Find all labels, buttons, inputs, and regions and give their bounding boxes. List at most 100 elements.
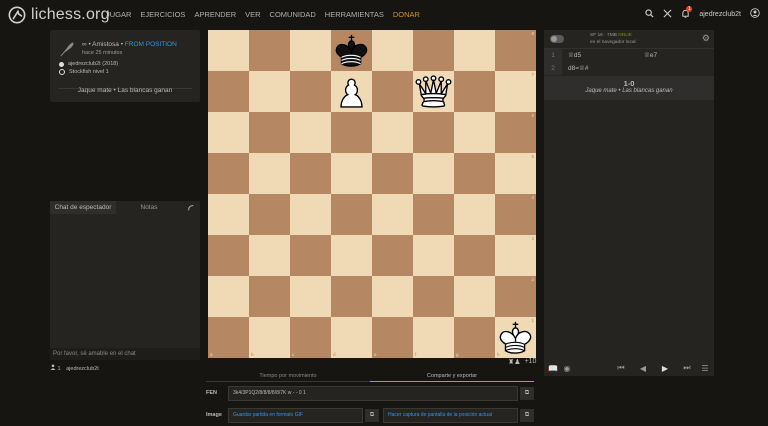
square-a2[interactable] bbox=[208, 276, 249, 317]
square-g2[interactable] bbox=[454, 276, 495, 317]
engine-toggle[interactable] bbox=[550, 35, 564, 43]
square-e2[interactable] bbox=[372, 276, 413, 317]
screenshot-download-icon[interactable]: ⧉ bbox=[520, 408, 534, 422]
square-b5[interactable] bbox=[249, 153, 290, 194]
first-move-icon[interactable]: ⏮ bbox=[610, 363, 632, 373]
from-position-link[interactable]: FROM POSITION bbox=[125, 41, 177, 48]
square-g6[interactable] bbox=[454, 112, 495, 153]
target-icon[interactable]: ◉ bbox=[560, 364, 574, 373]
copy-fen-icon[interactable]: ⧉ bbox=[520, 386, 534, 400]
square-a8[interactable] bbox=[208, 30, 249, 71]
nav-play[interactable]: JUGAR bbox=[106, 10, 131, 19]
square-d3[interactable] bbox=[331, 235, 372, 276]
search-icon[interactable] bbox=[645, 8, 654, 20]
square-g7[interactable] bbox=[454, 71, 495, 112]
square-c8[interactable] bbox=[290, 30, 331, 71]
white-player[interactable]: ajedrezclub2t (2018) bbox=[59, 61, 118, 67]
chess-board[interactable]: 8 765432abcdefg h1 bbox=[208, 30, 536, 358]
square-d7[interactable] bbox=[331, 71, 372, 112]
nav-tools[interactable]: HERRAMIENTAS bbox=[325, 10, 384, 19]
square-c4[interactable] bbox=[290, 194, 331, 235]
white-king-icon[interactable] bbox=[495, 317, 536, 358]
square-a5[interactable] bbox=[208, 153, 249, 194]
square-c5[interactable] bbox=[290, 153, 331, 194]
square-c7[interactable] bbox=[290, 71, 331, 112]
square-g1[interactable]: g bbox=[454, 317, 495, 358]
square-f3[interactable] bbox=[413, 235, 454, 276]
square-c2[interactable] bbox=[290, 276, 331, 317]
square-h4[interactable]: 4 bbox=[495, 194, 536, 235]
white-move[interactable]: ♕d5 bbox=[562, 49, 638, 62]
square-h7[interactable]: 7 bbox=[495, 71, 536, 112]
black-move[interactable] bbox=[638, 62, 714, 75]
square-d6[interactable] bbox=[331, 112, 372, 153]
screenshot-button[interactable]: Hacer captura de pantalla de la posición… bbox=[383, 407, 518, 423]
square-e4[interactable] bbox=[372, 194, 413, 235]
nav-community[interactable]: COMUNIDAD bbox=[270, 10, 316, 19]
white-pawn-icon[interactable] bbox=[331, 71, 372, 112]
square-e3[interactable] bbox=[372, 235, 413, 276]
fen-field[interactable]: 3k4/3P1Q2/8/8/8/8/8/7K w - - 0 1 bbox=[228, 385, 518, 401]
square-d8[interactable] bbox=[331, 30, 372, 71]
square-d2[interactable] bbox=[331, 276, 372, 317]
square-b6[interactable] bbox=[249, 112, 290, 153]
chat-input[interactable]: Por favor, sé amable en el chat bbox=[50, 348, 200, 360]
square-a1[interactable]: a bbox=[208, 317, 249, 358]
square-f1[interactable]: f bbox=[413, 317, 454, 358]
nav-donate[interactable]: DONAR bbox=[393, 10, 420, 19]
square-g5[interactable] bbox=[454, 153, 495, 194]
square-a3[interactable] bbox=[208, 235, 249, 276]
tab-notes[interactable]: Notas bbox=[116, 201, 182, 214]
square-b2[interactable] bbox=[249, 276, 290, 317]
nav-watch[interactable]: VER bbox=[245, 10, 260, 19]
white-move[interactable]: d8=♕# bbox=[562, 62, 638, 75]
black-player[interactable]: Stockfish nivel 1 bbox=[59, 69, 109, 75]
square-b8[interactable] bbox=[249, 30, 290, 71]
gear-icon[interactable]: ⚙ bbox=[702, 33, 710, 44]
square-h8[interactable]: 8 bbox=[495, 30, 536, 71]
square-f4[interactable] bbox=[413, 194, 454, 235]
square-h6[interactable]: 6 bbox=[495, 112, 536, 153]
square-d1[interactable]: d bbox=[331, 317, 372, 358]
user-avatar-icon[interactable] bbox=[750, 8, 760, 20]
square-e8[interactable] bbox=[372, 30, 413, 71]
square-d5[interactable] bbox=[331, 153, 372, 194]
last-move-icon[interactable]: ⏭ bbox=[676, 363, 698, 373]
square-e1[interactable]: e bbox=[372, 317, 413, 358]
book-icon[interactable]: 📖 bbox=[546, 364, 560, 373]
challenge-icon[interactable] bbox=[663, 9, 672, 20]
tab-spectator-chat[interactable]: Chat de espectador bbox=[50, 201, 116, 214]
square-g4[interactable] bbox=[454, 194, 495, 235]
white-queen-icon[interactable] bbox=[413, 71, 454, 112]
gif-download-icon[interactable]: ⧉ bbox=[365, 408, 379, 422]
nav-learn[interactable]: APRENDER bbox=[194, 10, 236, 19]
square-a6[interactable] bbox=[208, 112, 249, 153]
black-move[interactable]: ♕e7 bbox=[638, 49, 714, 62]
square-f7[interactable] bbox=[413, 71, 454, 112]
tab-move-times[interactable]: Tiempo por movimiento bbox=[206, 372, 370, 382]
black-king-icon[interactable] bbox=[331, 30, 372, 71]
square-e5[interactable] bbox=[372, 153, 413, 194]
square-g3[interactable] bbox=[454, 235, 495, 276]
menu-icon[interactable]: ☰ bbox=[698, 364, 712, 373]
square-c3[interactable] bbox=[290, 235, 331, 276]
square-f8[interactable] bbox=[413, 30, 454, 71]
square-f5[interactable] bbox=[413, 153, 454, 194]
square-f2[interactable] bbox=[413, 276, 454, 317]
square-f6[interactable] bbox=[413, 112, 454, 153]
lichess-logo[interactable]: lichess.org bbox=[8, 5, 110, 25]
username-link[interactable]: ajedrezclub2t bbox=[699, 11, 741, 18]
square-b4[interactable] bbox=[249, 194, 290, 235]
square-a4[interactable] bbox=[208, 194, 249, 235]
square-h2[interactable]: 2 bbox=[495, 276, 536, 317]
square-b7[interactable] bbox=[249, 71, 290, 112]
nav-puzzles[interactable]: EJERCICIOS bbox=[140, 10, 185, 19]
square-g8[interactable] bbox=[454, 30, 495, 71]
square-h1[interactable]: h1 bbox=[495, 317, 536, 358]
notifications-bell-icon[interactable]: 1 bbox=[681, 5, 693, 20]
square-d4[interactable] bbox=[331, 194, 372, 235]
square-h3[interactable]: 3 bbox=[495, 235, 536, 276]
spectator-names[interactable]: ajedrezclub2t bbox=[66, 366, 99, 372]
tab-share-export[interactable]: Comparte y exportar bbox=[370, 372, 534, 382]
square-a7[interactable] bbox=[208, 71, 249, 112]
